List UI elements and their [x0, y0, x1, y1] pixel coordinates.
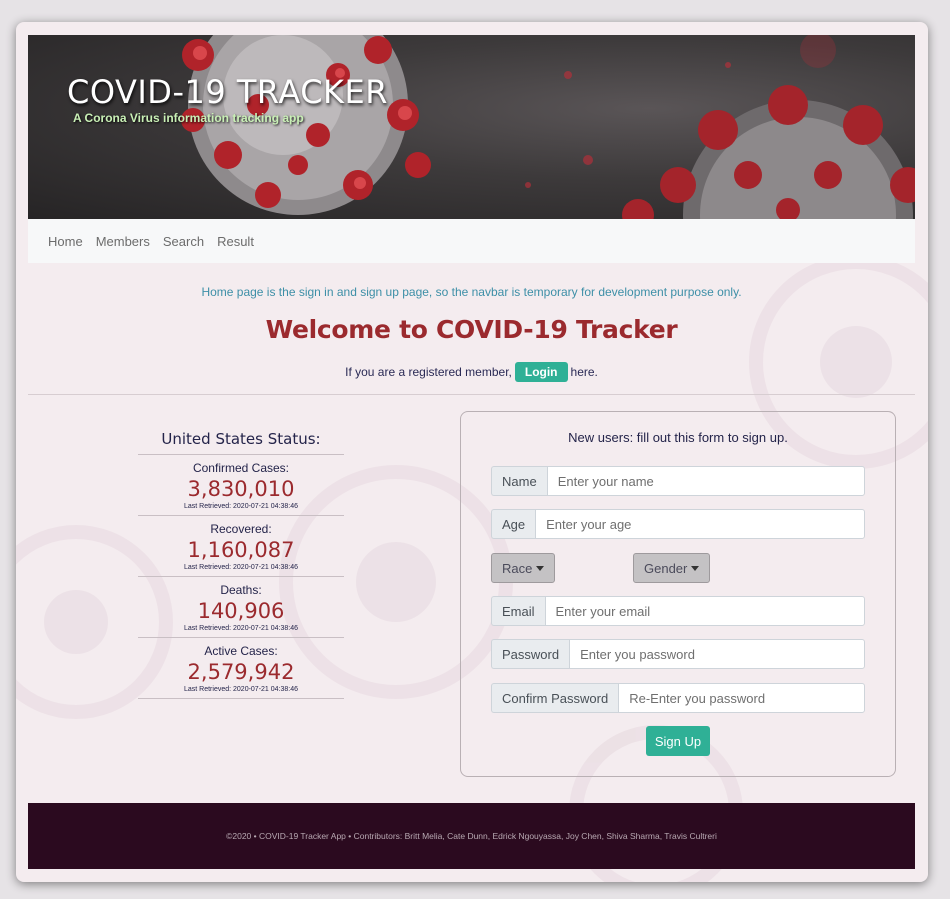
nav-members[interactable]: Members — [96, 234, 150, 249]
divider — [28, 394, 915, 395]
login-button[interactable]: Login — [514, 362, 568, 382]
stat-label: Active Cases: — [204, 644, 278, 658]
stat-retrieved: Last Retrieved: 2020-07-21 04:38:46 — [183, 564, 299, 571]
stat-recovered: Recovered: 1,160,087 Last Retrieved: 202… — [138, 516, 344, 577]
page-title: Welcome to COVID-19 Tracker — [265, 315, 678, 344]
footer-text: ©2020 • COVID-19 Tracker App • Contribut… — [226, 831, 717, 841]
name-field-group: Name — [491, 466, 865, 496]
stat-label: Deaths: — [220, 583, 262, 597]
race-label: Race — [502, 560, 533, 576]
login-prompt: If you are a registered member, Login he… — [28, 362, 915, 382]
age-input[interactable] — [535, 509, 865, 539]
dev-note: Home page is the sign in and sign up pag… — [201, 285, 742, 299]
email-label: Email — [491, 596, 545, 626]
nav-search[interactable]: Search — [163, 234, 204, 249]
stat-confirmed: Confirmed Cases: 3,830,010 Last Retrieve… — [138, 455, 344, 516]
app-title: COVID-19 TRACKER — [67, 73, 388, 111]
status-title: United States Status: — [138, 430, 344, 455]
gender-dropdown[interactable]: Gender — [633, 553, 711, 583]
age-field-group: Age — [491, 509, 865, 539]
stat-label: Confirmed Cases: — [192, 461, 290, 475]
caret-down-icon — [536, 565, 545, 571]
stat-value: 2,579,942 — [187, 660, 295, 684]
confirm-password-label: Confirm Password — [491, 683, 619, 713]
coronavirus-image — [181, 35, 915, 219]
app-subtitle: A Corona Virus information tracking app — [73, 111, 304, 125]
stat-value: 1,160,087 — [187, 538, 295, 562]
nav-result[interactable]: Result — [217, 234, 254, 249]
nav-home[interactable]: Home — [48, 234, 83, 249]
us-status-panel: United States Status: Confirmed Cases: 3… — [138, 430, 344, 699]
confirm-password-input[interactable] — [618, 683, 865, 713]
footer: ©2020 • COVID-19 Tracker App • Contribut… — [28, 803, 915, 869]
page-frame: COVID-19 TRACKER A Corona Virus informat… — [16, 22, 928, 882]
form-intro: New users: fill out this form to sign up… — [568, 430, 788, 445]
stat-retrieved: Last Retrieved: 2020-07-21 04:38:46 — [183, 686, 299, 693]
signup-button[interactable]: Sign Up — [646, 726, 710, 756]
caret-down-icon — [691, 565, 700, 571]
stat-retrieved: Last Retrieved: 2020-07-21 04:38:46 — [183, 503, 299, 510]
stat-active: Active Cases: 2,579,942 Last Retrieved: … — [138, 638, 344, 699]
race-dropdown[interactable]: Race — [491, 553, 556, 583]
stat-deaths: Deaths: 140,906 Last Retrieved: 2020-07-… — [138, 577, 344, 638]
login-suffix: here. — [570, 365, 598, 379]
password-field-group: Password — [491, 639, 865, 669]
gender-label: Gender — [644, 560, 688, 576]
email-input[interactable] — [544, 596, 865, 626]
hero-banner: COVID-19 TRACKER A Corona Virus informat… — [28, 35, 915, 219]
name-input[interactable] — [546, 466, 865, 496]
email-field-group: Email — [491, 596, 865, 626]
stat-value: 140,906 — [197, 599, 285, 623]
login-prefix: If you are a registered member, — [345, 365, 512, 379]
main-container: COVID-19 TRACKER A Corona Virus informat… — [28, 35, 915, 395]
age-label: Age — [491, 509, 536, 539]
navbar: Home Members Search Result — [28, 219, 915, 263]
signup-form: New users: fill out this form to sign up… — [460, 411, 896, 777]
name-label: Name — [491, 466, 547, 496]
confirm-password-field-group: Confirm Password — [491, 683, 865, 713]
stat-retrieved: Last Retrieved: 2020-07-21 04:38:46 — [183, 625, 299, 632]
password-input[interactable] — [569, 639, 865, 669]
stat-label: Recovered: — [210, 522, 272, 536]
password-label: Password — [491, 639, 570, 669]
stat-value: 3,830,010 — [187, 477, 295, 501]
